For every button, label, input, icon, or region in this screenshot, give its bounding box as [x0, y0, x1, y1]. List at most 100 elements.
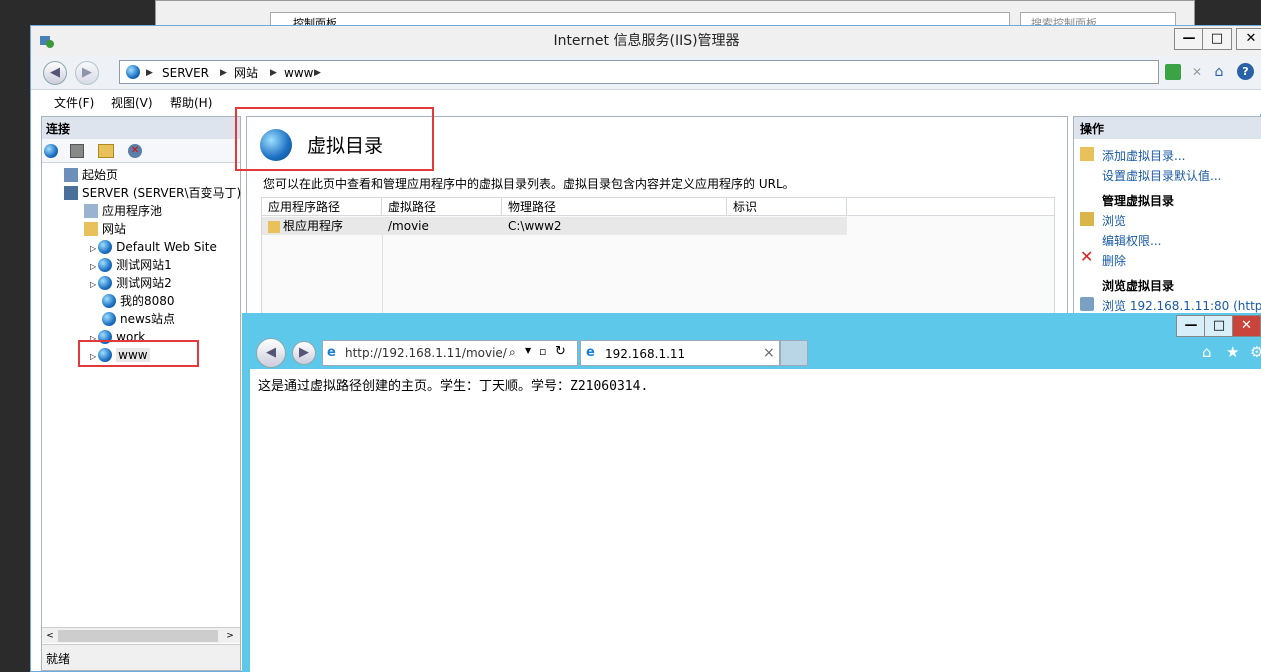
- action-set-defaults[interactable]: 设置虚拟目录默认值...: [1102, 167, 1221, 184]
- actions-heading-manage: 管理虚拟目录: [1102, 194, 1175, 208]
- settings-gear-icon[interactable]: ⚙: [1250, 343, 1261, 361]
- iis-navigation-bar: ◀ ▶ ▶ SERVER ▶ 网站 ▶ www ▶ ✕ ⌂ ?: [31, 56, 1261, 90]
- connections-horizontal-scrollbar[interactable]: < >: [42, 627, 240, 643]
- table-cell-identity[interactable]: [727, 217, 847, 235]
- menu-file[interactable]: 文件(F): [54, 94, 94, 111]
- column-header-empty: [847, 198, 1054, 216]
- column-header-app-path[interactable]: 应用程序路径: [262, 198, 382, 216]
- browser-forward-icon[interactable]: ▶: [292, 341, 316, 365]
- iis-minimize-button[interactable]: —: [1174, 28, 1204, 50]
- tab-close-icon[interactable]: ×: [763, 345, 775, 361]
- expand-arrow-icon[interactable]: ▷: [90, 244, 96, 253]
- column-divider: [382, 235, 383, 317]
- page-body-text: 这是通过虚拟路径创建的主页。学生：丁天顺。学号：Z21060314.: [258, 379, 649, 394]
- status-bar: 就绪: [42, 644, 240, 670]
- expand-arrow-icon[interactable]: ▷: [90, 280, 96, 289]
- breadcrumb-www[interactable]: www: [284, 65, 313, 81]
- folder-icon: [268, 221, 280, 233]
- virtual-directories-table: 应用程序路径 虚拟路径 物理路径 标识 根应用程序 /movie C:\www2: [261, 197, 1055, 317]
- table-row[interactable]: 根应用程序: [262, 217, 382, 235]
- page-description: 您可以在此页中查看和管理应用程序中的虚拟目录列表。虚拟目录包含内容并定义应用程序…: [263, 177, 795, 191]
- tree-item-start-page[interactable]: 起始页: [64, 166, 118, 184]
- app-pool-icon: [84, 204, 98, 218]
- iis-maximize-button[interactable]: □: [1202, 28, 1232, 50]
- action-browse-http[interactable]: 浏览 192.168.1.11:80 (http): [1102, 297, 1261, 314]
- disconnect-icon[interactable]: ✕: [128, 144, 142, 158]
- column-header-virtual-path[interactable]: 虚拟路径: [382, 198, 502, 216]
- iis-address-bar[interactable]: ▶ SERVER ▶ 网站 ▶ www ▶: [119, 60, 1159, 84]
- breadcrumb-server[interactable]: SERVER: [162, 65, 209, 81]
- tree-item-server[interactable]: SERVER (SERVER\百变马丁): [64, 184, 241, 202]
- scroll-right-arrow-icon[interactable]: >: [224, 630, 236, 642]
- browser-close-button[interactable]: ✕: [1232, 315, 1261, 337]
- ie-tab-icon: e: [586, 345, 595, 360]
- breadcrumb-separator-icon: ▶: [314, 68, 321, 78]
- connect-globe-icon[interactable]: [44, 144, 58, 158]
- menu-help[interactable]: 帮助(H): [170, 94, 212, 111]
- browser-maximize-button[interactable]: □: [1204, 315, 1234, 337]
- globe-icon: [126, 65, 140, 79]
- tree-item-app-pools[interactable]: 应用程序池: [84, 202, 162, 220]
- action-edit-permissions[interactable]: 编辑权限...: [1102, 232, 1161, 249]
- browse-folder-icon: [1080, 212, 1094, 226]
- globe-icon: [98, 276, 113, 290]
- search-icon[interactable]: ⌕: [509, 345, 516, 360]
- action-delete[interactable]: 删除: [1102, 252, 1126, 269]
- sites-folder-icon: [84, 222, 98, 236]
- tree-item-test-site-2[interactable]: ▷ 测试网站2: [90, 274, 172, 292]
- column-header-identity[interactable]: 标识: [727, 198, 847, 216]
- browser-tab[interactable]: e 192.168.1.11 ×: [580, 340, 780, 366]
- browser-window: — □ ✕ ◀ ▶ e http://192.168.1.11/movie/ ⌕…: [242, 313, 1261, 672]
- tree-item-sites[interactable]: 网站: [84, 220, 126, 238]
- new-tab-button[interactable]: [780, 340, 808, 366]
- menu-view[interactable]: 视图(V): [111, 94, 153, 111]
- start-page-icon: [64, 168, 78, 182]
- dropdown-arrow-icon[interactable]: ▼: [525, 346, 531, 355]
- iis-menu-bar: 文件(F) 视图(V) 帮助(H): [31, 90, 1261, 114]
- browser-tab-title: 192.168.1.11: [605, 347, 686, 361]
- breadcrumb-separator-icon: ▶: [270, 68, 277, 78]
- highlight-box-title: [235, 107, 434, 171]
- favorites-star-icon[interactable]: ★: [1226, 343, 1239, 361]
- highlight-box-www: [78, 340, 199, 367]
- iis-title-bar: Internet 信息服务(IIS)管理器 — □ ✕: [31, 26, 1261, 56]
- save-icon[interactable]: [70, 144, 84, 158]
- globe-icon: [98, 240, 113, 254]
- add-folder-icon: [1080, 147, 1094, 161]
- breadcrumb-sites[interactable]: 网站: [234, 65, 258, 81]
- refresh-icon[interactable]: ↻: [555, 344, 566, 359]
- breadcrumb-separator-icon: ▶: [220, 68, 227, 78]
- action-browse[interactable]: 浏览: [1102, 212, 1126, 229]
- help-icon[interactable]: ?: [1237, 63, 1254, 80]
- browser-address-bar[interactable]: e http://192.168.1.11/movie/ ⌕ ▼ ▫ ↻: [322, 340, 578, 366]
- scroll-left-arrow-icon[interactable]: <: [44, 630, 56, 642]
- browser-minimize-button[interactable]: —: [1176, 315, 1206, 337]
- expand-arrow-icon[interactable]: ▷: [90, 262, 96, 271]
- refresh-icon[interactable]: [1165, 64, 1181, 80]
- column-header-physical-path[interactable]: 物理路径: [502, 198, 727, 216]
- delete-icon: ✕: [1080, 247, 1094, 266]
- up-folder-icon[interactable]: [98, 144, 114, 158]
- iis-close-button[interactable]: ✕: [1236, 28, 1261, 50]
- back-arrow-icon[interactable]: ◀: [43, 61, 67, 85]
- home-icon[interactable]: ⌂: [1211, 64, 1227, 80]
- tree-item-my-8080[interactable]: 我的8080: [102, 292, 175, 310]
- scrollbar-thumb[interactable]: [58, 630, 218, 642]
- connections-toolbar: ✕: [42, 139, 240, 163]
- tree-item-test-site-1[interactable]: ▷ 测试网站1: [90, 256, 172, 274]
- browser-back-icon[interactable]: ◀: [256, 338, 286, 368]
- table-cell-physical-path[interactable]: C:\www2: [502, 217, 727, 235]
- table-cell-virtual-path[interactable]: /movie: [382, 217, 502, 235]
- iis-window-title: Internet 信息服务(IIS)管理器: [553, 33, 740, 49]
- browser-url[interactable]: http://192.168.1.11/movie/: [345, 346, 507, 360]
- globe-icon: [102, 312, 116, 326]
- globe-icon: [98, 258, 113, 272]
- browser-home-icon[interactable]: ⌂: [1202, 343, 1212, 361]
- actions-header: 操作: [1074, 117, 1261, 139]
- forward-arrow-icon[interactable]: ▶: [75, 61, 99, 85]
- tree-item-news-site[interactable]: news站点: [102, 310, 175, 328]
- action-add-virtual-directory[interactable]: 添加虚拟目录...: [1102, 147, 1185, 164]
- tree-item-default-web-site[interactable]: ▷ Default Web Site: [90, 238, 217, 256]
- lock-icon[interactable]: ▫: [539, 345, 546, 358]
- stop-icon[interactable]: ✕: [1189, 64, 1205, 80]
